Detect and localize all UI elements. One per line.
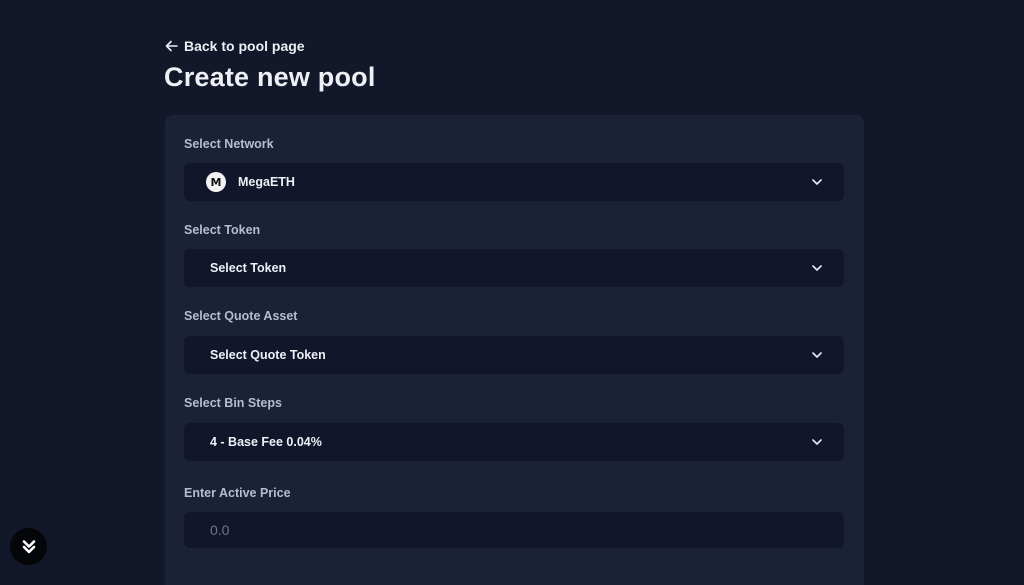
create-pool-form: Select Network M MegaETH Select Token Se… bbox=[165, 115, 864, 585]
chevron-down-icon bbox=[812, 439, 822, 445]
quote-asset-select[interactable]: Select Quote Token bbox=[184, 336, 844, 374]
chevron-down-icon bbox=[812, 265, 822, 271]
bin-steps-select-value: 4 - Base Fee 0.04% bbox=[210, 435, 322, 449]
quote-asset-label: Select Quote Asset bbox=[184, 309, 298, 323]
active-price-input[interactable] bbox=[184, 512, 844, 548]
token-select[interactable]: Select Token bbox=[184, 249, 844, 287]
floating-action-button[interactable] bbox=[10, 528, 47, 565]
back-link-label: Back to pool page bbox=[184, 38, 305, 54]
page: Back to pool page Create new pool Select… bbox=[0, 0, 1024, 585]
network-logo-letter: M bbox=[210, 175, 222, 189]
bin-steps-select[interactable]: 4 - Base Fee 0.04% bbox=[184, 423, 844, 461]
token-label: Select Token bbox=[184, 223, 261, 237]
double-chevron-down-icon bbox=[22, 539, 35, 553]
token-select-value: Select Token bbox=[210, 261, 287, 275]
arrow-left-icon bbox=[165, 40, 178, 52]
megaeth-logo-icon: M bbox=[206, 172, 226, 192]
page-title: Create new pool bbox=[164, 62, 376, 92]
network-select[interactable]: M MegaETH bbox=[184, 163, 844, 201]
network-label: Select Network bbox=[184, 137, 274, 151]
chevron-down-icon bbox=[812, 352, 822, 358]
bin-steps-label: Select Bin Steps bbox=[184, 396, 282, 410]
back-to-pool-link[interactable]: Back to pool page bbox=[165, 38, 305, 54]
active-price-label: Enter Active Price bbox=[184, 486, 291, 500]
chevron-down-icon bbox=[812, 179, 822, 185]
quote-asset-select-value: Select Quote Token bbox=[210, 348, 326, 362]
network-select-value: MegaETH bbox=[238, 175, 295, 189]
